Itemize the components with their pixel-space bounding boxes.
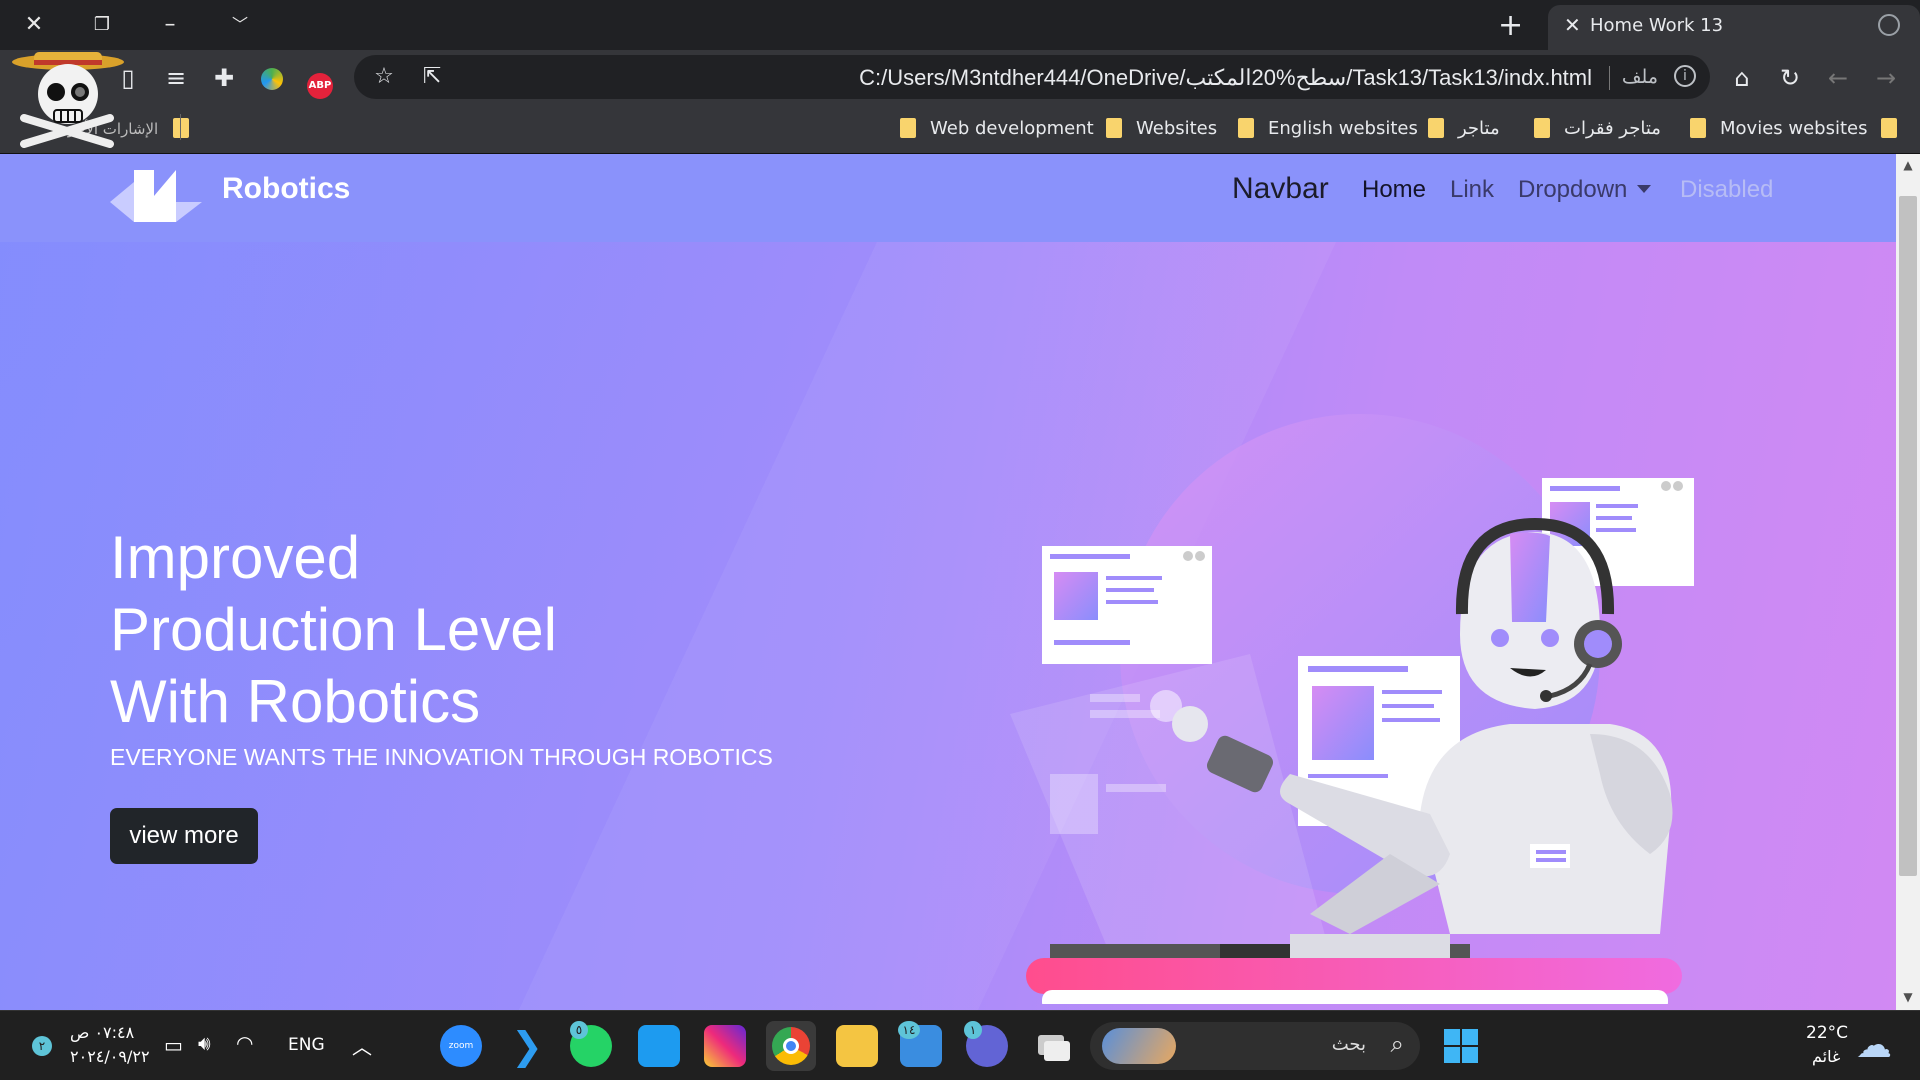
chrome-taskbar-button[interactable] xyxy=(766,1021,816,1071)
tab-search-chevron-icon[interactable]: ﹀ xyxy=(222,10,258,40)
site-info-icon[interactable]: i xyxy=(1674,65,1696,87)
bookmark-label: Web development xyxy=(930,118,1094,139)
close-tab-icon[interactable]: ✕ xyxy=(1564,13,1581,37)
bookmark-label: متاجر فقرات xyxy=(1564,118,1661,139)
site-navbar: Robotics Navbar Home Link Dropdown Disab… xyxy=(0,154,1896,242)
bookmarks-bar: الإشارات الأخرى Web development Websites… xyxy=(0,106,1920,154)
chrome-icon-center xyxy=(783,1038,799,1054)
bookmark-label: Movies websites xyxy=(1720,118,1868,139)
view-more-button[interactable]: view more xyxy=(110,808,258,864)
hero-title: Improved Production Level With Robotics xyxy=(110,522,810,738)
minimize-window-icon[interactable]: – xyxy=(152,10,188,40)
weather-description[interactable]: غائم xyxy=(1812,1047,1840,1066)
task-view-icon[interactable] xyxy=(1032,1025,1074,1067)
scroll-up-arrow-icon[interactable]: ▲ xyxy=(1900,158,1916,174)
url-separator xyxy=(1609,66,1610,90)
show-hidden-icons-chevron-icon[interactable]: ︿ xyxy=(352,1031,372,1060)
nav-dropdown-label: Dropdown xyxy=(1518,176,1628,203)
url-scheme-label: ملف xyxy=(1621,66,1658,88)
twitter-icon[interactable] xyxy=(638,1025,680,1067)
chat-badge: ١ xyxy=(964,1021,982,1039)
url-text[interactable]: C:/Users/M3ntdher444/OneDrive/سطح%20المك… xyxy=(859,65,1592,91)
scroll-down-arrow-icon[interactable]: ▼ xyxy=(1900,990,1916,1006)
folder-icon xyxy=(900,118,916,138)
file-explorer-icon[interactable] xyxy=(836,1025,878,1067)
back-arrow-icon[interactable]: ← xyxy=(1822,62,1854,94)
bookmark-label: English websites xyxy=(1268,118,1418,139)
nav-link[interactable]: Link xyxy=(1450,176,1494,204)
bookmark-stores[interactable]: متاجر xyxy=(1428,114,1500,144)
bookmarks-separator xyxy=(180,114,181,140)
robotics-logo-icon[interactable] xyxy=(110,166,202,222)
globe-icon xyxy=(1878,14,1900,36)
extension-colorful-icon[interactable] xyxy=(256,62,288,94)
battery-icon[interactable]: ▭ xyxy=(164,1033,183,1057)
tab-title: Home Work 13 xyxy=(1590,15,1724,36)
clock-time[interactable]: ٠٧:٤٨ ص xyxy=(70,1023,134,1042)
folder-icon xyxy=(1106,118,1122,138)
bookmark-websites[interactable]: Websites xyxy=(1106,114,1217,144)
bookmark-star-icon[interactable]: ☆ xyxy=(368,61,400,93)
notification-count-badge[interactable]: ٢ xyxy=(32,1036,52,1056)
reading-list-icon[interactable]: ≡ xyxy=(160,62,192,94)
bookmark-web-development[interactable]: Web development xyxy=(900,114,1094,144)
nav-home-link[interactable]: Home xyxy=(1362,176,1426,204)
robot-support-illustration xyxy=(1010,414,1694,1004)
extensions-icon[interactable]: ✚ xyxy=(208,62,240,94)
mail-badge: ١٤ xyxy=(898,1021,920,1039)
cloud-weather-icon[interactable]: ☁ xyxy=(1856,1025,1892,1066)
search-highlight-image xyxy=(1102,1028,1176,1064)
language-indicator[interactable]: ENG xyxy=(288,1035,325,1055)
hero-title-line: With Robotics xyxy=(110,668,481,735)
search-placeholder: بحث xyxy=(1331,1034,1366,1055)
home-icon[interactable]: ⌂ xyxy=(1726,62,1758,94)
reload-icon[interactable]: ↻ xyxy=(1774,62,1806,94)
windows-taskbar: ٢ ٠٧:٤٨ ص ٢٠٢٤/٠٩/٢٢ ▭ 🔊︎ ◠ ENG ︿ zoom ❯… xyxy=(0,1010,1920,1080)
caret-down-icon xyxy=(1637,185,1652,193)
browser-toolbar: ▯ ≡ ✚ ABP ☆ ⇱ C:/Users/M3ntdher444/OneDr… xyxy=(0,50,1920,106)
adblock-icon[interactable]: ABP xyxy=(304,62,336,99)
forward-arrow-icon[interactable]: → xyxy=(1870,62,1902,94)
navbar-title[interactable]: Navbar xyxy=(1232,172,1329,206)
search-icon: ⌕ xyxy=(1390,1030,1404,1058)
bookmark-label: متاجر xyxy=(1458,118,1500,139)
web-page: Robotics Navbar Home Link Dropdown Disab… xyxy=(0,154,1896,1010)
brand-name[interactable]: Robotics xyxy=(222,172,350,206)
taskbar-search[interactable]: بحث ⌕ xyxy=(1090,1022,1420,1070)
hero-title-line: Improved xyxy=(110,524,361,591)
vscode-icon[interactable]: ❯ xyxy=(506,1025,548,1067)
clock-date[interactable]: ٢٠٢٤/٠٩/٢٢ xyxy=(70,1047,150,1066)
close-window-icon[interactable]: ✕ xyxy=(16,10,52,40)
bookmark-vertebrae-stores[interactable]: متاجر فقرات xyxy=(1534,114,1661,144)
folder-icon xyxy=(1238,118,1254,138)
folder-icon xyxy=(1534,118,1550,138)
browser-tab[interactable]: ✕ Home Work 13 xyxy=(1548,5,1920,50)
instagram-icon[interactable] xyxy=(704,1025,746,1067)
folder-icon xyxy=(1881,118,1898,138)
bookmark-english-websites[interactable]: English websites xyxy=(1238,114,1418,144)
weather-temperature[interactable]: 22°C xyxy=(1806,1023,1848,1043)
hero-title-line: Production Level xyxy=(110,596,557,663)
new-tab-button[interactable]: + xyxy=(1498,8,1523,43)
zoom-icon[interactable]: zoom xyxy=(440,1025,482,1067)
bookmark-movies-websites[interactable]: Movies websites xyxy=(1690,114,1898,144)
nav-dropdown[interactable]: Dropdown xyxy=(1518,176,1652,204)
profile-avatar-icon[interactable] xyxy=(10,48,130,148)
whatsapp-badge: ٥ xyxy=(570,1021,588,1039)
page-scrollbar-thumb[interactable] xyxy=(1899,196,1917,876)
volume-icon[interactable]: 🔊︎ xyxy=(198,1031,211,1055)
share-icon[interactable]: ⇱ xyxy=(416,61,448,93)
wifi-icon[interactable]: ◠ xyxy=(236,1031,253,1055)
hero-subtitle: EVERYONE WANTS THE INNOVATION THROUGH RO… xyxy=(110,744,773,770)
folder-icon xyxy=(1428,118,1444,138)
address-bar[interactable]: ☆ ⇱ C:/Users/M3ntdher444/OneDrive/سطح%20… xyxy=(354,55,1710,99)
bookmark-label: Websites xyxy=(1136,118,1218,139)
start-windows-icon[interactable] xyxy=(1440,1025,1482,1067)
folder-icon xyxy=(1690,118,1706,138)
nav-disabled-link: Disabled xyxy=(1680,176,1774,203)
browser-titlebar: ✕ ❐ – ﹀ + ✕ Home Work 13 xyxy=(0,0,1920,50)
restore-window-icon[interactable]: ❐ xyxy=(84,10,120,40)
